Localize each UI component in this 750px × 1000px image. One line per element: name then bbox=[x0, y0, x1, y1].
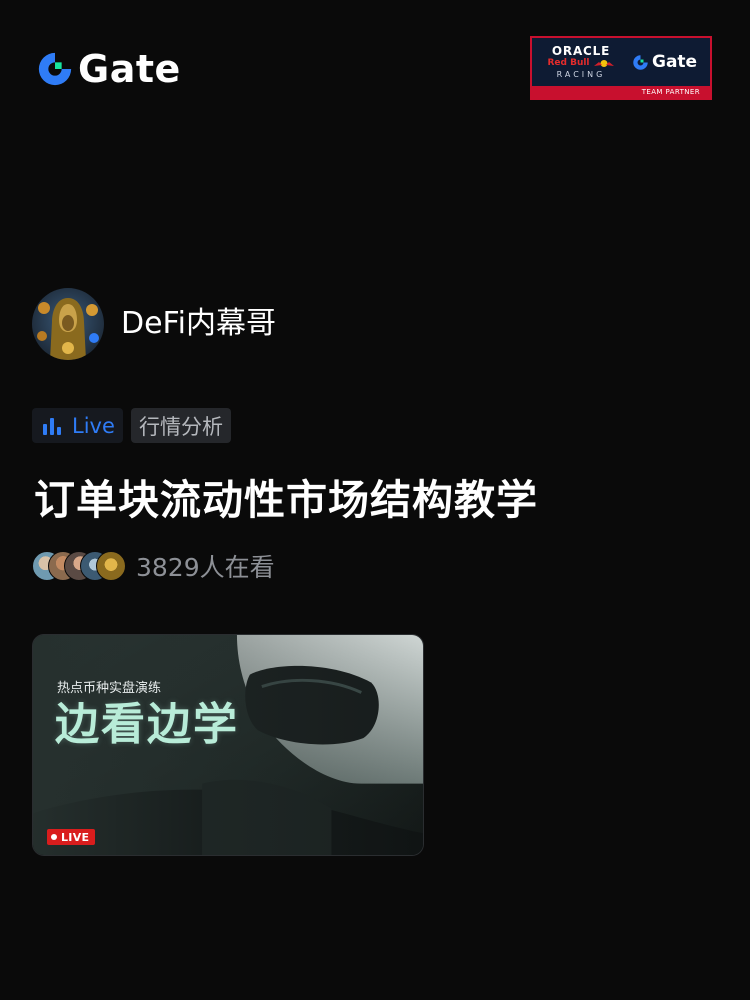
team-partner-strip: TEAM PARTNER bbox=[532, 86, 710, 98]
viewer-avatar bbox=[96, 551, 126, 581]
video-headline: 边看边学 bbox=[55, 699, 239, 750]
category-tag[interactable]: 行情分析 bbox=[131, 408, 231, 443]
live-dot-icon bbox=[51, 834, 57, 840]
oracle-text: ORACLE bbox=[551, 44, 611, 58]
live-badge: LIVE bbox=[47, 829, 96, 845]
video-subtitle: 热点币种实盘演练 bbox=[57, 681, 162, 696]
live-badge-label: LIVE bbox=[61, 830, 90, 844]
live-video-thumbnail[interactable]: 热点币种实盘演练 边看边学 LIVE bbox=[32, 634, 424, 856]
stream-title: 订单块流动性市场结构教学 bbox=[34, 476, 538, 524]
racing-text: RACING bbox=[556, 70, 606, 79]
avatar-hooded-figure-icon bbox=[32, 288, 104, 360]
partner-gate-text: Gate bbox=[652, 52, 698, 72]
viewer-avatars bbox=[32, 548, 132, 584]
viewer-info: 3829人在看 bbox=[32, 548, 275, 584]
gate-logo-text: Gate bbox=[78, 47, 181, 91]
gate-logo-icon bbox=[633, 54, 648, 70]
gate-logo-icon bbox=[38, 52, 72, 86]
live-bars-icon bbox=[43, 417, 61, 435]
partner-badge: ORACLE Red Bull RACING Gate TEAM PARTNER bbox=[530, 36, 712, 100]
partner-gate-logo: Gate bbox=[632, 52, 697, 72]
redbull-bull-icon bbox=[593, 60, 614, 67]
redbull-line: Red Bull bbox=[540, 58, 622, 69]
host-avatar[interactable] bbox=[32, 288, 104, 360]
gate-logo: Gate bbox=[36, 50, 181, 88]
live-tag: Live bbox=[32, 408, 123, 443]
viewer-count: 3829人在看 bbox=[136, 553, 275, 582]
host-name[interactable]: DeFi内幕哥 bbox=[121, 304, 276, 344]
live-tag-label: Live bbox=[72, 413, 115, 438]
redbull-text: Red Bull bbox=[547, 58, 590, 68]
